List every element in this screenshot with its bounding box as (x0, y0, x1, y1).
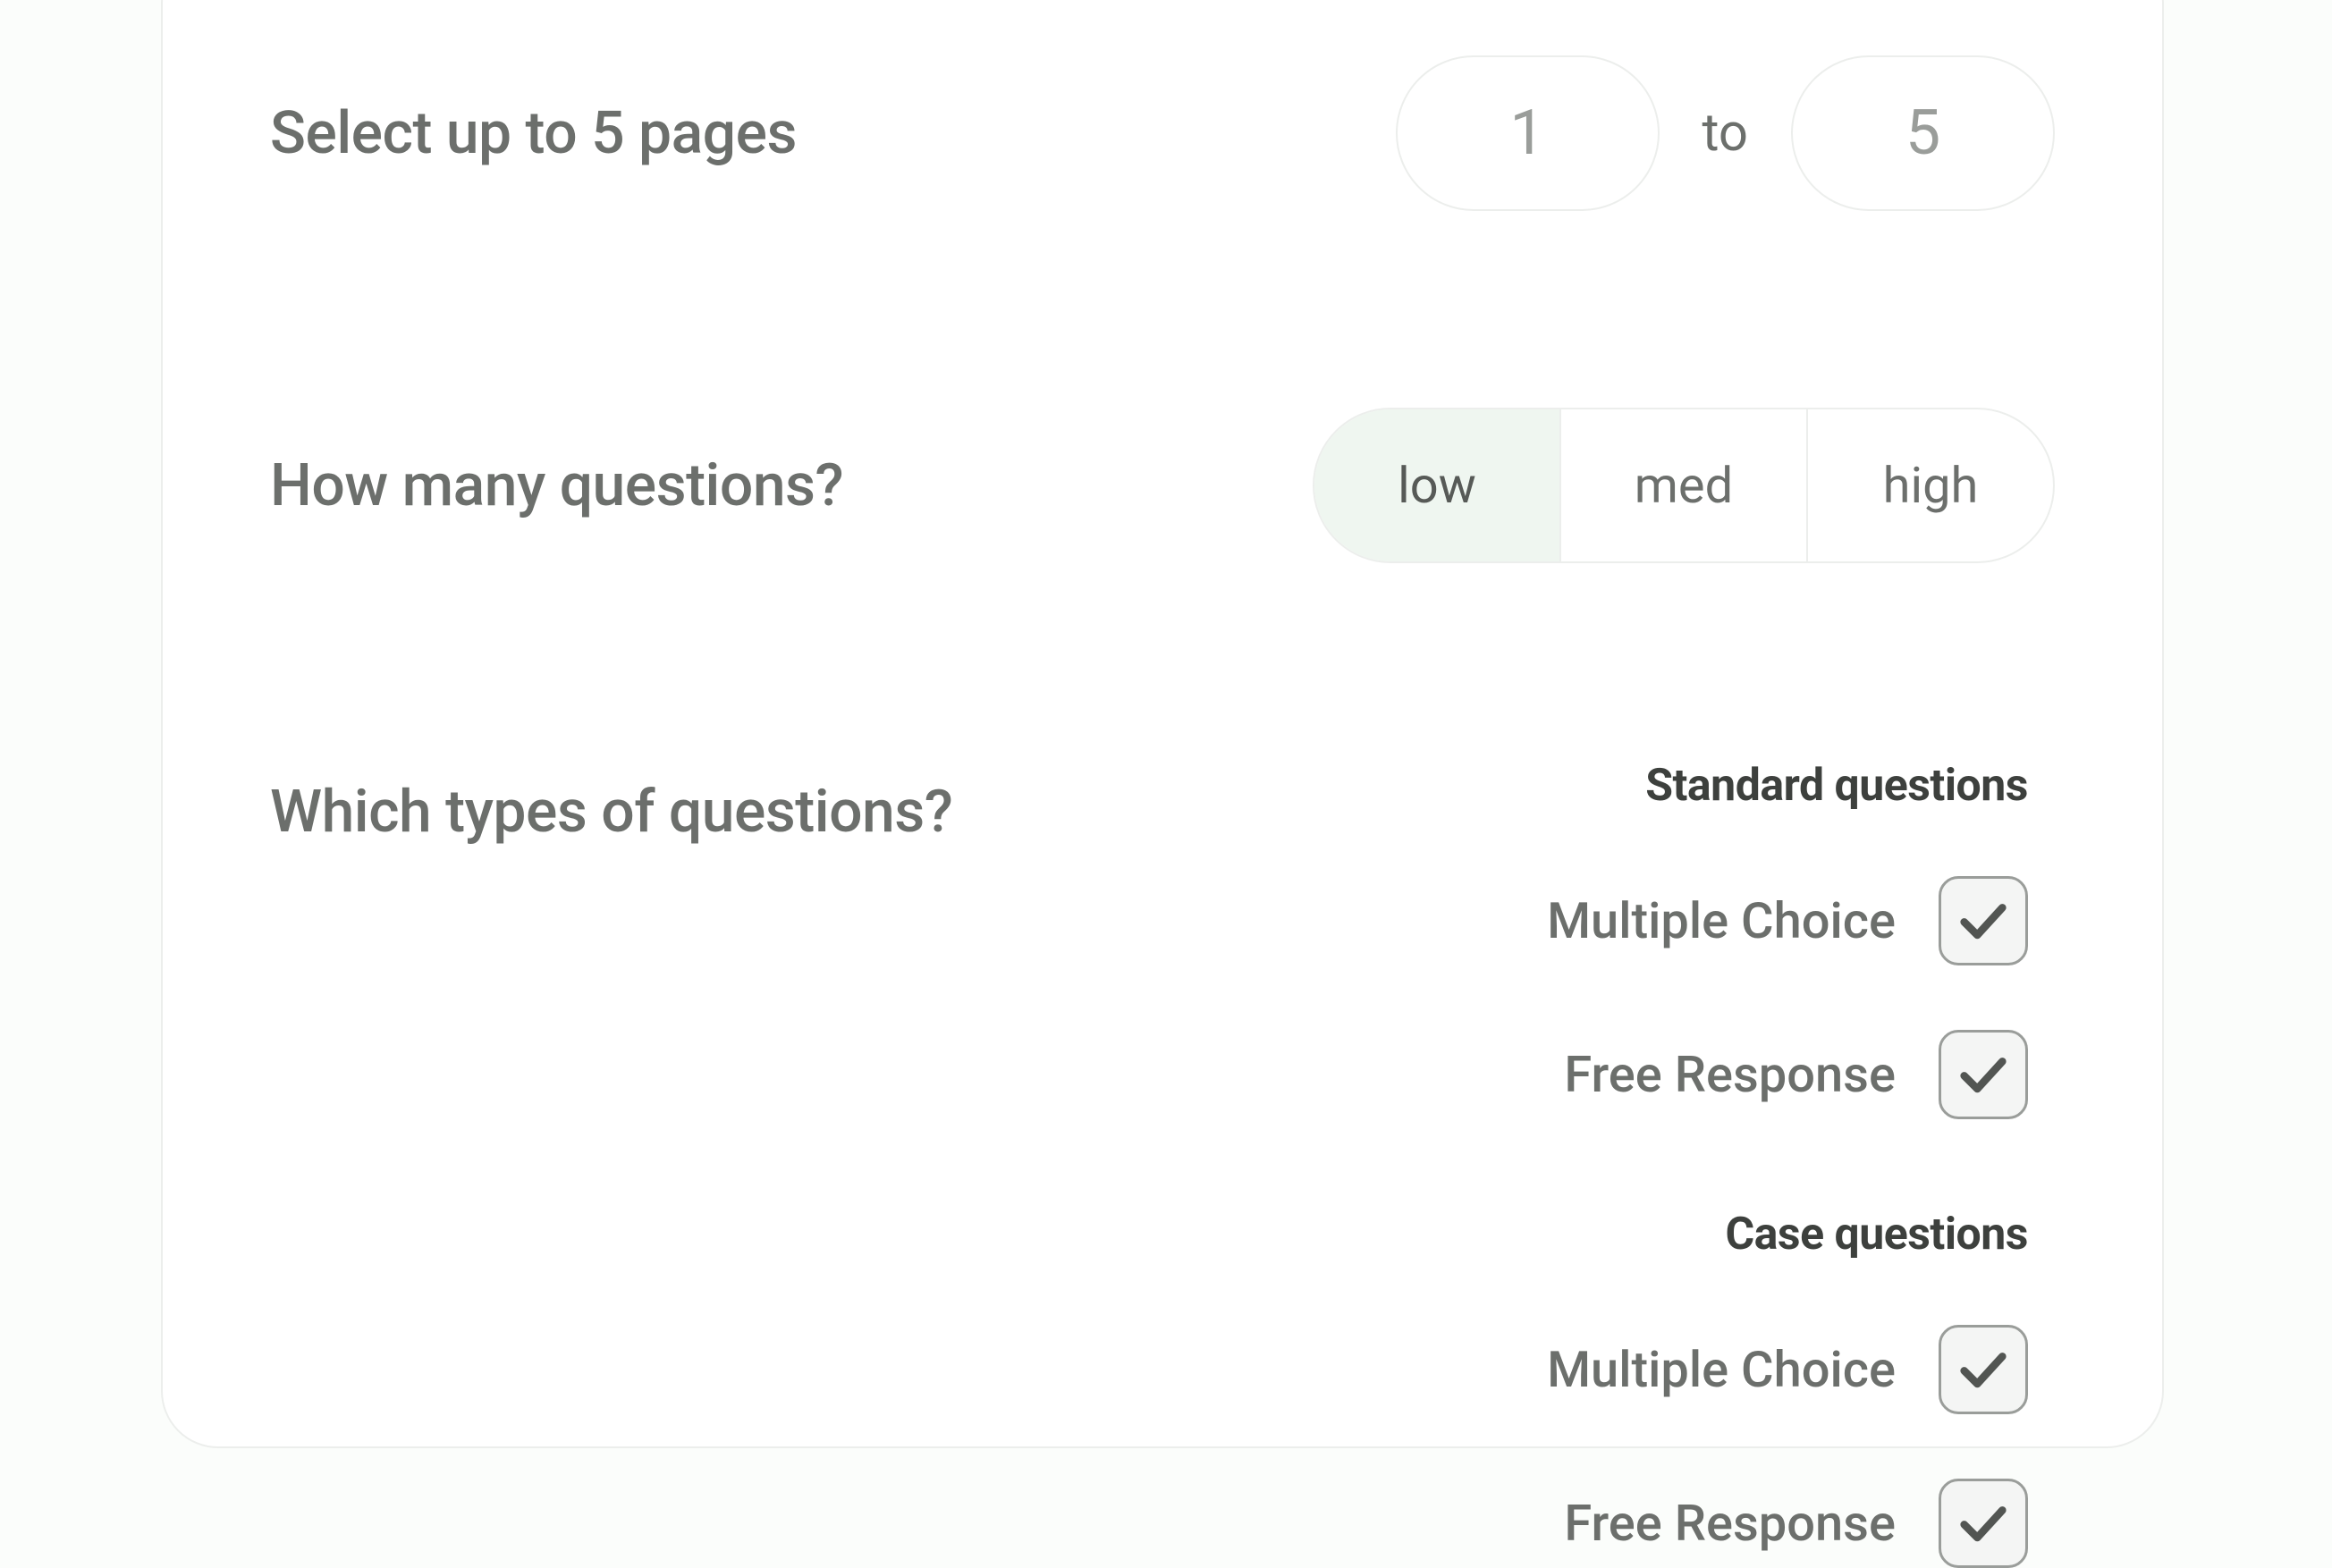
question-count-segmented: low med high (1313, 408, 2055, 563)
group-title-case: Case questions (1725, 1209, 2028, 1260)
check-label-case-fr: Free Response (1564, 1494, 1896, 1553)
settings-card: Select up to 5 pages to How many questio… (161, 0, 2164, 1448)
group-standard-questions: Standard questions Multiple Choice Free … (1547, 760, 2028, 1119)
check-row-case-mc: Multiple Choice (1547, 1325, 2028, 1414)
check-label-case-mc: Multiple Choice (1547, 1340, 1896, 1399)
page-range-control: to (1396, 55, 2056, 211)
check-row-standard-mc: Multiple Choice (1547, 876, 2028, 965)
group-title-standard: Standard questions (1645, 760, 2028, 812)
check-row-case-fr: Free Response (1564, 1479, 2028, 1568)
check-icon (1955, 1341, 2012, 1398)
checkbox-standard-fr[interactable] (1939, 1030, 2028, 1119)
row-page-range: Select up to 5 pages to (270, 55, 2055, 211)
check-label-standard-fr: Free Response (1564, 1045, 1896, 1104)
check-icon (1955, 1495, 2012, 1552)
segment-low[interactable]: low (1314, 409, 1561, 561)
page-from-input[interactable] (1396, 55, 1660, 211)
row-question-count: How many questions? low med high (270, 408, 2055, 563)
question-count-label: How many questions? (270, 451, 843, 520)
segment-high[interactable]: high (1808, 409, 2053, 561)
checkbox-case-mc[interactable] (1939, 1325, 2028, 1414)
check-icon (1955, 1046, 2012, 1103)
check-label-standard-mc: Multiple Choice (1547, 891, 1896, 950)
pages-label: Select up to 5 pages (270, 99, 797, 168)
check-row-standard-fr: Free Response (1564, 1030, 2028, 1119)
group-case-questions: Case questions Multiple Choice Free Resp… (1547, 1209, 2028, 1568)
page-to-input[interactable] (1791, 55, 2055, 211)
checkbox-case-fr[interactable] (1939, 1479, 2028, 1568)
check-icon (1955, 892, 2012, 949)
question-types-label: Which types of questions? (270, 778, 952, 847)
checkbox-standard-mc[interactable] (1939, 876, 2028, 965)
row-question-types: Which types of questions? Standard quest… (270, 760, 2055, 1568)
question-types-column: Standard questions Multiple Choice Free … (1547, 760, 2055, 1568)
page-range-separator: to (1703, 103, 1749, 164)
segment-med[interactable]: med (1561, 409, 1808, 561)
